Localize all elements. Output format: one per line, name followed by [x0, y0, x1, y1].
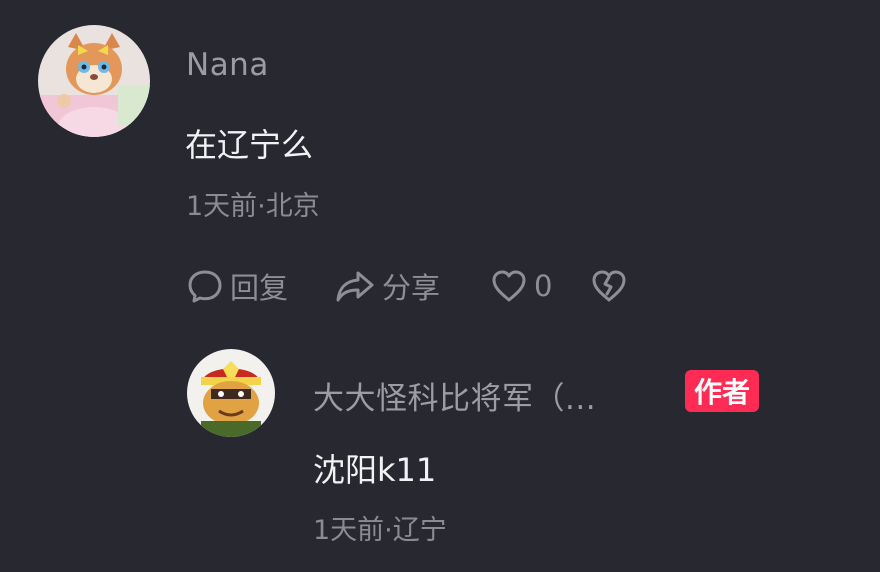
reply-user-avatar[interactable]: [187, 349, 275, 437]
comment-text: 在辽宁么: [185, 126, 314, 164]
author-badge: 作者: [685, 370, 760, 412]
reply-button[interactable]: 回复: [186, 264, 288, 308]
user-avatar[interactable]: [38, 25, 150, 137]
heart-icon: [492, 270, 526, 302]
like-button[interactable]: 0: [490, 264, 552, 308]
like-count: 0: [534, 269, 553, 303]
share-arrow-icon: [336, 271, 374, 302]
broken-heart-icon: [592, 270, 626, 302]
reply-label: 回复: [230, 271, 289, 305]
dislike-button[interactable]: [590, 264, 634, 308]
comment-meta: 1天前·北京: [186, 191, 320, 222]
share-label: 分享: [382, 271, 441, 305]
comment-thread: Nana 在辽宁么 1天前·北京 回复 分享 0 大大怪科比将军（... 作者 …: [0, 0, 880, 572]
share-button[interactable]: 分享: [334, 264, 440, 308]
comment-bubble-icon: [188, 270, 222, 303]
reply-text: 沈阳k11: [313, 451, 437, 489]
reply-meta: 1天前·辽宁: [313, 515, 447, 546]
reply-username[interactable]: 大大怪科比将军（...: [313, 373, 596, 418]
username[interactable]: Nana: [186, 47, 269, 83]
